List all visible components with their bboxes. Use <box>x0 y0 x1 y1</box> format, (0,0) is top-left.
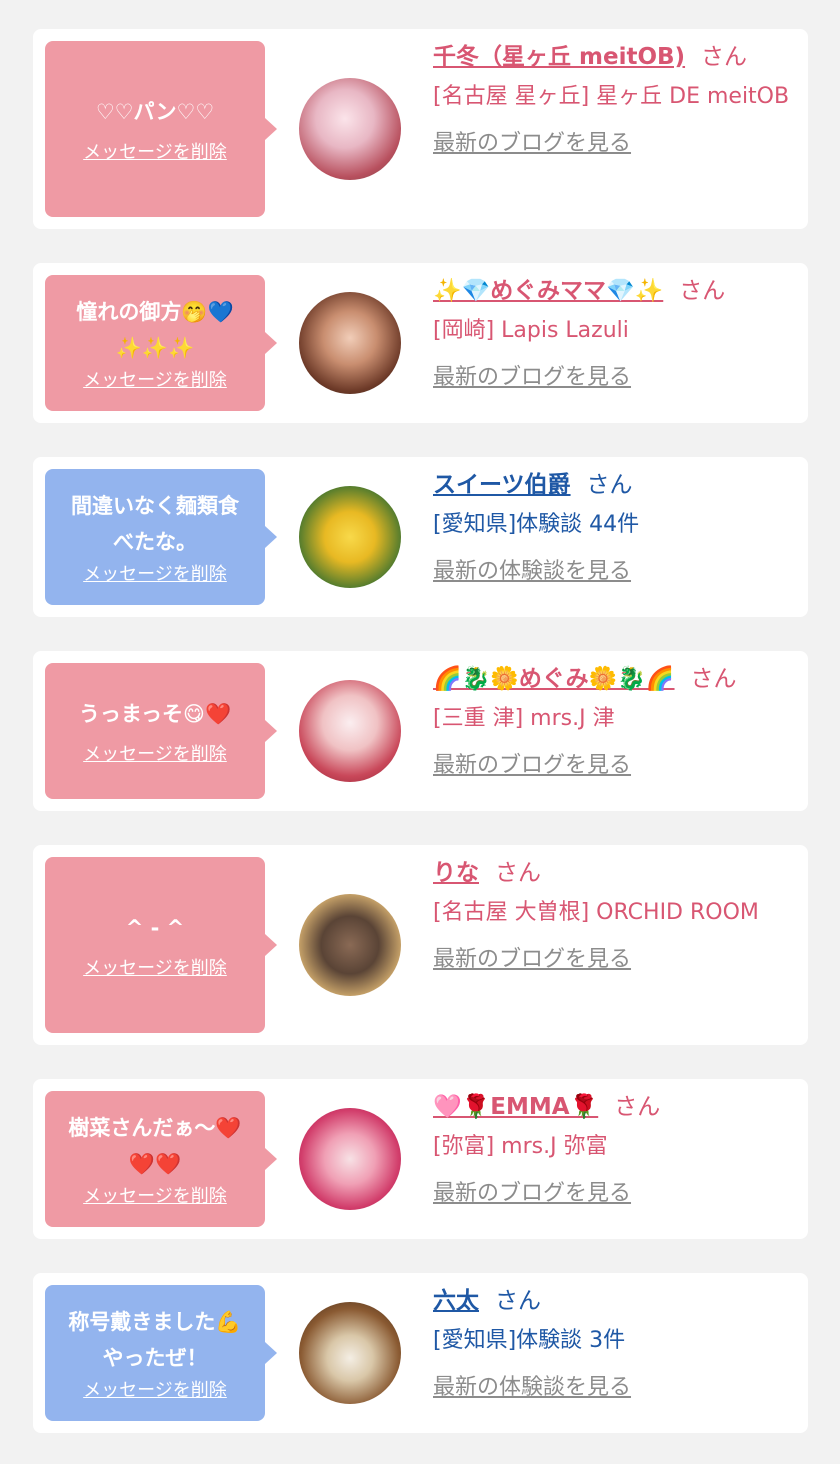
message-card: 間違いなく麺類食 べたな。 メッセージを削除 スイーツ伯爵 さん [愛知県]体験談… <box>33 457 808 617</box>
message-card: 称号戴きました💪 やったぜ！ メッセージを削除 六太 さん [愛知県]体験談 3件… <box>33 1273 808 1433</box>
avatar[interactable] <box>299 894 401 996</box>
message-card: 憧れの御方🤭💙 ✨✨✨ メッセージを削除 ✨💎めぐみママ💎✨ さん [岡崎] La… <box>33 263 808 423</box>
user-name-link[interactable]: 🩷🌹EMMA🌹 <box>433 1094 598 1120</box>
message-bubble: 称号戴きました💪 やったぜ！ メッセージを削除 <box>45 1285 277 1421</box>
honorific: さん <box>495 860 541 886</box>
delete-message-link[interactable]: メッセージを削除 <box>83 744 227 766</box>
user-name-link[interactable]: ✨💎めぐみママ💎✨ <box>433 278 663 304</box>
delete-message-link[interactable]: メッセージを削除 <box>83 142 227 164</box>
message-text: ♡♡パン♡♡ <box>95 100 215 124</box>
message-list: ♡♡パン♡♡ メッセージを削除 千冬（星ヶ丘 meitOB) さん [名古屋 星ヶ… <box>0 0 840 1464</box>
avatar[interactable] <box>299 680 401 782</box>
message-bubble: 樹菜さんだぁ〜❤️ ❤️❤️ メッセージを削除 <box>45 1091 277 1227</box>
message-bubble: うっまっそ😋❤️ メッセージを削除 <box>45 663 277 799</box>
delete-message-link[interactable]: メッセージを削除 <box>83 958 227 980</box>
delete-message-link[interactable]: メッセージを削除 <box>83 370 227 392</box>
avatar[interactable] <box>299 1302 401 1404</box>
honorific: さん <box>614 1094 661 1120</box>
avatar[interactable] <box>299 78 401 180</box>
shop-info: [愛知県]体験談 3件 <box>433 1328 626 1353</box>
shop-info: [名古屋 大曽根] ORCHID ROOM <box>433 900 759 925</box>
message-text: うっまっそ😋❤️ <box>78 702 232 726</box>
message-text: 憧れの御方🤭💙 ✨✨✨ <box>76 300 234 360</box>
honorific: さん <box>679 278 726 304</box>
latest-blog-link[interactable]: 最新のブログを見る <box>433 125 631 157</box>
message-text: ^ - ^ <box>125 916 185 940</box>
latest-report-link[interactable]: 最新の体験談を見る <box>433 553 631 585</box>
honorific: さん <box>586 472 633 498</box>
user-name-link[interactable]: スイーツ伯爵 <box>433 472 571 498</box>
message-text: 樹菜さんだぁ〜❤️ ❤️❤️ <box>68 1116 242 1176</box>
message-text: 間違いなく麺類食 べたな。 <box>71 494 239 554</box>
message-bubble: ♡♡パン♡♡ メッセージを削除 <box>45 41 277 217</box>
delete-message-link[interactable]: メッセージを削除 <box>83 1380 227 1402</box>
avatar[interactable] <box>299 292 401 394</box>
delete-message-link[interactable]: メッセージを削除 <box>83 1186 227 1208</box>
avatar[interactable] <box>299 1108 401 1210</box>
latest-report-link[interactable]: 最新の体験談を見る <box>433 1369 631 1401</box>
latest-blog-link[interactable]: 最新のブログを見る <box>433 747 631 779</box>
message-card: ^ - ^ メッセージを削除 りな さん [名古屋 大曽根] ORCHID ROO… <box>33 845 808 1045</box>
delete-message-link[interactable]: メッセージを削除 <box>83 564 227 586</box>
honorific: さん <box>701 44 748 70</box>
user-name-link[interactable]: 千冬（星ヶ丘 meitOB) <box>433 44 685 70</box>
message-text: 称号戴きました💪 やったぜ！ <box>68 1310 242 1370</box>
message-bubble: 間違いなく麺類食 べたな。 メッセージを削除 <box>45 469 277 605</box>
message-card: ♡♡パン♡♡ メッセージを削除 千冬（星ヶ丘 meitOB) さん [名古屋 星ヶ… <box>33 29 808 229</box>
honorific: さん <box>690 666 737 692</box>
latest-blog-link[interactable]: 最新のブログを見る <box>433 359 631 391</box>
honorific: さん <box>495 1288 541 1314</box>
message-card: うっまっそ😋❤️ メッセージを削除 🌈🐉🌼めぐみ🌼🐉🌈 さん [三重 津] mrs… <box>33 651 808 811</box>
user-name-link[interactable]: 六太 <box>433 1288 479 1314</box>
message-card: 樹菜さんだぁ〜❤️ ❤️❤️ メッセージを削除 🩷🌹EMMA🌹 さん [弥富] m… <box>33 1079 808 1239</box>
shop-info: [岡崎] Lapis Lazuli <box>433 318 629 343</box>
message-bubble: ^ - ^ メッセージを削除 <box>45 857 277 1033</box>
user-name-link[interactable]: りな <box>433 860 479 886</box>
shop-info: [名古屋 星ヶ丘] 星ヶ丘 DE meitOB <box>433 84 790 109</box>
shop-info: [三重 津] mrs.J 津 <box>433 706 615 731</box>
latest-blog-link[interactable]: 最新のブログを見る <box>433 941 631 973</box>
shop-info: [愛知県]体験談 44件 <box>433 512 640 537</box>
shop-info: [弥富] mrs.J 弥富 <box>433 1134 608 1159</box>
user-name-link[interactable]: 🌈🐉🌼めぐみ🌼🐉🌈 <box>433 666 675 692</box>
latest-blog-link[interactable]: 最新のブログを見る <box>433 1175 631 1207</box>
message-bubble: 憧れの御方🤭💙 ✨✨✨ メッセージを削除 <box>45 275 277 411</box>
avatar[interactable] <box>299 486 401 588</box>
